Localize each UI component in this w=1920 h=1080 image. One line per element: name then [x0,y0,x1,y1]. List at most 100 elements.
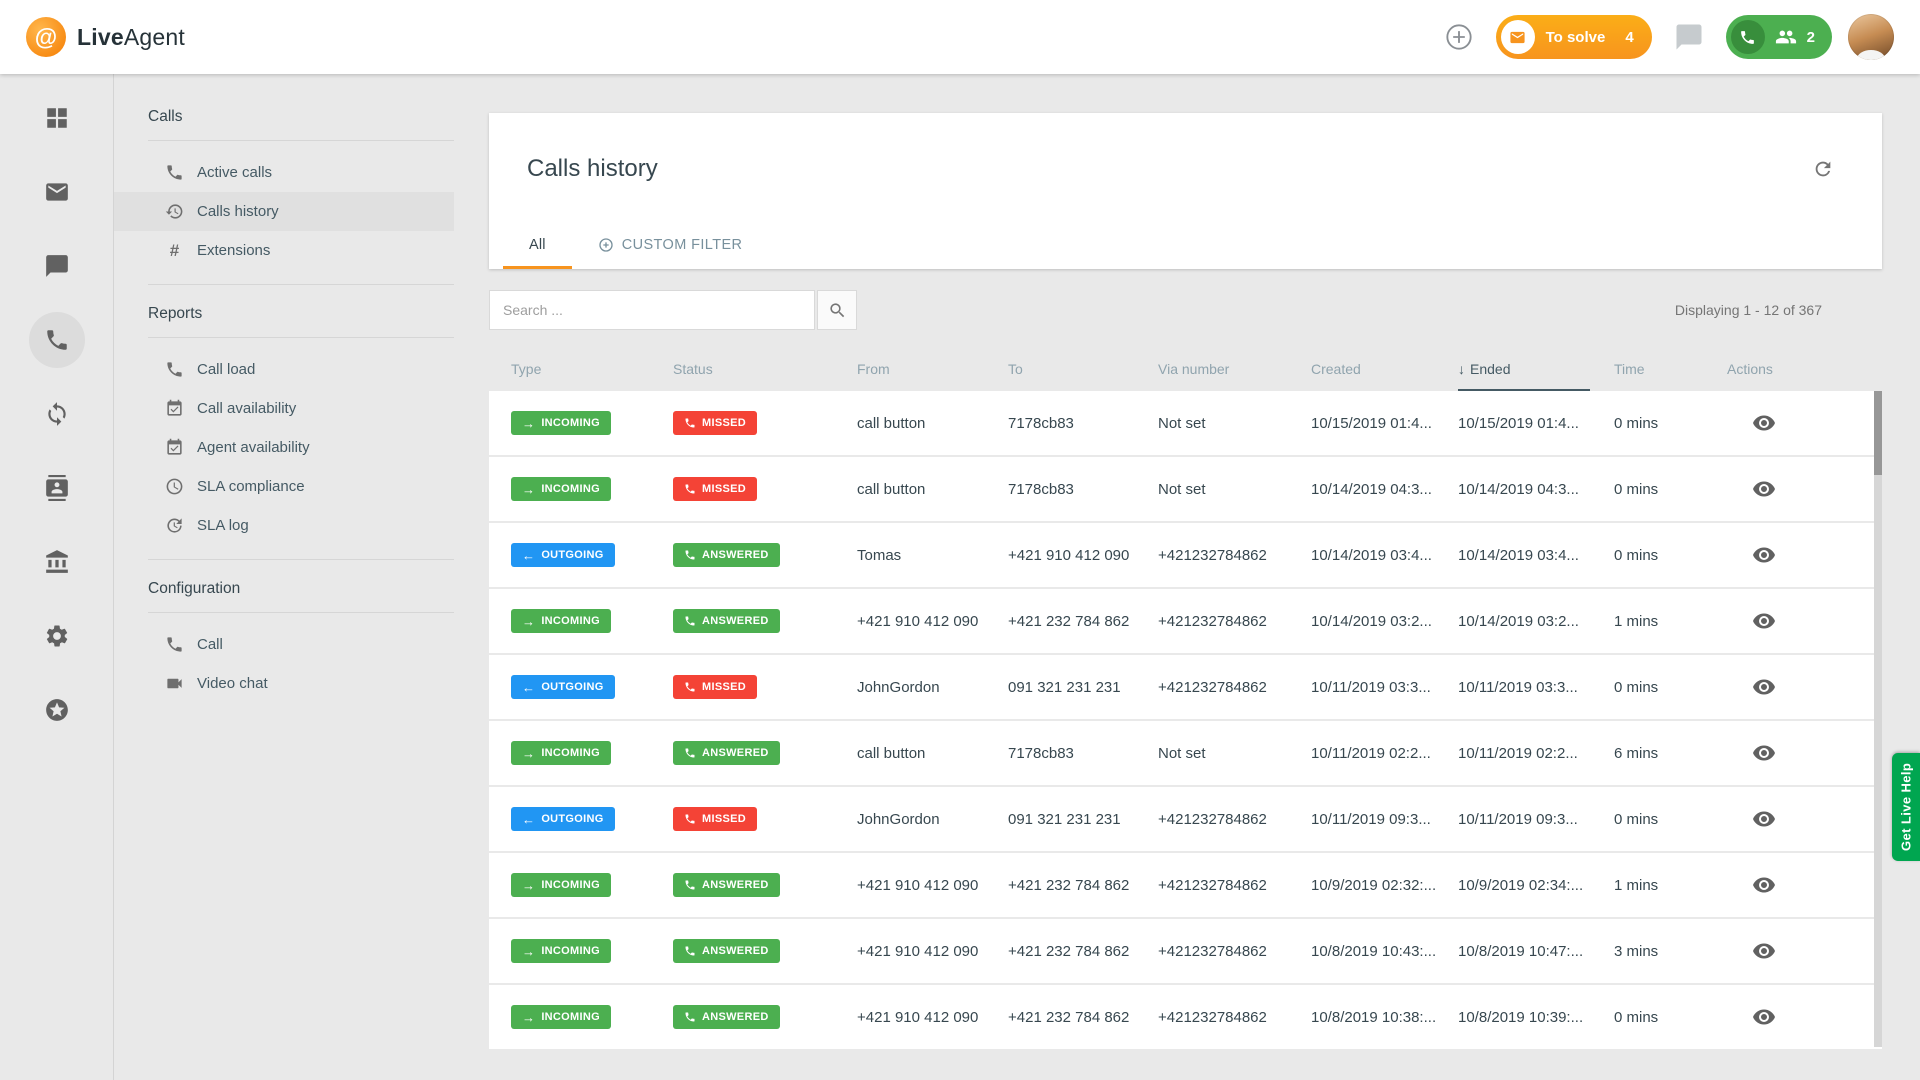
sidebar-item-calls-history[interactable]: Calls history [114,192,454,231]
add-button[interactable] [1438,16,1480,58]
view-call-button[interactable] [1751,740,1777,766]
column-header-time[interactable]: Time [1614,361,1727,377]
sidebar-item-agent-availability[interactable]: Agent availability [114,428,454,467]
rail-chats-button[interactable] [29,238,85,294]
rail-social-button[interactable] [29,386,85,442]
time-cell: 0 mins [1614,679,1727,696]
created-cell: 10/8/2019 10:43:... [1311,943,1458,960]
phone-icon [684,417,696,429]
table-row[interactable]: ← OUTGOING MISSED JohnGordon 091 321 231… [489,787,1882,851]
call-status-label: MISSED [702,417,746,429]
scrollbar-thumb[interactable] [1874,391,1882,475]
via-number-cell: +421232784862 [1158,943,1311,960]
eye-icon [1752,807,1776,831]
refresh-button[interactable] [1812,158,1834,180]
type-cell: → INCOMING [489,477,673,501]
to-solve-button[interactable]: To solve 4 [1496,15,1652,59]
phone-icon [684,483,696,495]
agents-online-button[interactable]: 2 [1726,15,1832,59]
view-call-button[interactable] [1751,1004,1777,1030]
column-header-type[interactable]: Type [489,361,673,377]
tab-all[interactable]: All [503,221,572,269]
sidebar-group-reports: Reports [114,285,454,337]
bank-icon [44,549,70,575]
brand-logo[interactable]: @ LiveAgent [26,17,185,57]
table-row[interactable]: → INCOMING ANSWERED +421 910 412 090 +42… [489,589,1882,653]
sidebar: Calls Active calls Calls history # Exten… [114,74,454,1080]
view-call-button[interactable] [1751,608,1777,634]
column-header-via[interactable]: Via number [1158,361,1311,377]
to-cell: 7178cb83 [1008,481,1158,498]
table-scrollbar[interactable] [1874,391,1882,1047]
ended-cell: 10/11/2019 03:3... [1458,679,1614,696]
to-solve-label: To solve [1546,29,1606,46]
tab-custom-filter[interactable]: CUSTOM FILTER [572,221,769,269]
sidebar-item-video-chat[interactable]: Video chat [114,664,454,703]
table-row[interactable]: ← OUTGOING MISSED JohnGordon 091 321 231… [489,655,1882,719]
direction-arrow-icon: → [522,1011,535,1024]
calls-history-card-header: Calls history All CUSTOM FILTER [489,113,1882,269]
tabs: All CUSTOM FILTER [489,221,1882,269]
live-help-tab[interactable]: Get Live Help [1892,753,1920,861]
chat-bubble-icon [44,253,70,279]
table-row[interactable]: → INCOMING ANSWERED +421 910 412 090 +42… [489,853,1882,917]
rail-settings-button[interactable] [29,608,85,664]
status-cell: ANSWERED [673,1005,857,1029]
table-row[interactable]: ← OUTGOING ANSWERED Tomas +421 910 412 0… [489,523,1882,587]
rail-gamification-button[interactable] [29,682,85,738]
view-call-button[interactable] [1751,542,1777,568]
column-header-created[interactable]: Created [1311,361,1458,377]
ended-cell: 10/15/2019 01:4... [1458,415,1614,432]
column-header-ended[interactable]: ↓ Ended [1458,347,1614,391]
table-row[interactable]: → INCOMING ANSWERED call button 7178cb83… [489,721,1882,785]
created-cell: 10/11/2019 03:3... [1311,679,1458,696]
view-call-button[interactable] [1751,674,1777,700]
sidebar-item-sla-compliance[interactable]: SLA compliance [114,467,454,506]
sidebar-item-extensions[interactable]: # Extensions [114,231,454,270]
ended-cell: 10/14/2019 04:3... [1458,481,1614,498]
sidebar-item-label: Call availability [197,400,296,417]
table-row[interactable]: → INCOMING MISSED call button 7178cb83 N… [489,391,1882,455]
sidebar-item-call-config[interactable]: Call [114,625,454,664]
eye-icon [1752,741,1776,765]
sidebar-item-label: Call load [197,361,255,378]
eye-icon [1752,543,1776,567]
clock-icon [165,477,184,496]
rail-contacts-button[interactable] [29,460,85,516]
sidebar-item-label: SLA log [197,517,249,534]
search-input[interactable] [489,290,815,330]
call-status-badge: ANSWERED [673,873,780,897]
search-button[interactable] [817,290,857,330]
view-call-button[interactable] [1751,938,1777,964]
rail-tickets-button[interactable] [29,164,85,220]
rail-dashboard-button[interactable] [29,90,85,146]
status-cell: ANSWERED [673,543,857,567]
avatar[interactable] [1848,14,1894,60]
calendar-check-icon [165,438,184,457]
table-row[interactable]: → INCOMING MISSED call button 7178cb83 N… [489,457,1882,521]
table-row[interactable]: → INCOMING ANSWERED +421 910 412 090 +42… [489,985,1882,1049]
videocam-icon [165,674,184,693]
column-header-to[interactable]: To [1008,361,1158,377]
sidebar-item-sla-log[interactable]: SLA log [114,506,454,545]
topbar: @ LiveAgent To solve 4 2 [0,0,1920,74]
created-cell: 10/15/2019 01:4... [1311,415,1458,432]
sidebar-item-call-load[interactable]: Call load [114,350,454,389]
view-call-button[interactable] [1751,806,1777,832]
mail-icon [44,179,70,205]
sidebar-item-call-availability[interactable]: Call availability [114,389,454,428]
view-call-button[interactable] [1751,476,1777,502]
chats-button[interactable] [1668,16,1710,58]
column-header-status[interactable]: Status [673,361,857,377]
mail-icon [1501,20,1535,54]
column-header-from[interactable]: From [857,361,1008,377]
table-row[interactable]: → INCOMING ANSWERED +421 910 412 090 +42… [489,919,1882,983]
tab-label: CUSTOM FILTER [622,237,743,253]
actions-cell [1727,476,1882,502]
phone-icon [684,945,696,957]
sidebar-item-active-calls[interactable]: Active calls [114,153,454,192]
view-call-button[interactable] [1751,872,1777,898]
view-call-button[interactable] [1751,410,1777,436]
rail-calls-button[interactable] [29,312,85,368]
rail-company-button[interactable] [29,534,85,590]
